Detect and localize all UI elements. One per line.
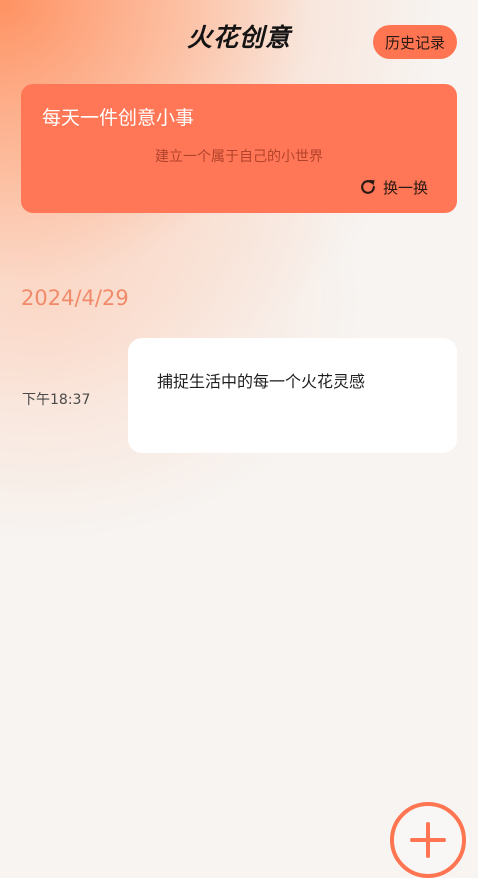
entry-text: 捕捉生活中的每一个火花灵感 [157,372,366,391]
daily-idea-subtitle: 建立一个属于自己的小世界 [155,149,323,165]
refresh-label: 换一换 [383,178,429,197]
daily-idea-title: 每天一件创意小事 [42,107,195,129]
entry-card[interactable]: 捕捉生活中的每一个火花灵感 [128,338,457,453]
entry-date-heading: 2024/4/29 [21,286,129,310]
refresh-icon [361,179,375,194]
add-entry-button[interactable] [390,802,466,878]
history-button[interactable]: 历史记录 [373,25,457,59]
entry-time: 下午18:37 [22,392,91,408]
plus-icon [410,822,446,858]
daily-idea-card: 每天一件创意小事 建立一个属于自己的小世界 换一换 [21,84,457,213]
refresh-button[interactable]: 换一换 [358,176,428,198]
